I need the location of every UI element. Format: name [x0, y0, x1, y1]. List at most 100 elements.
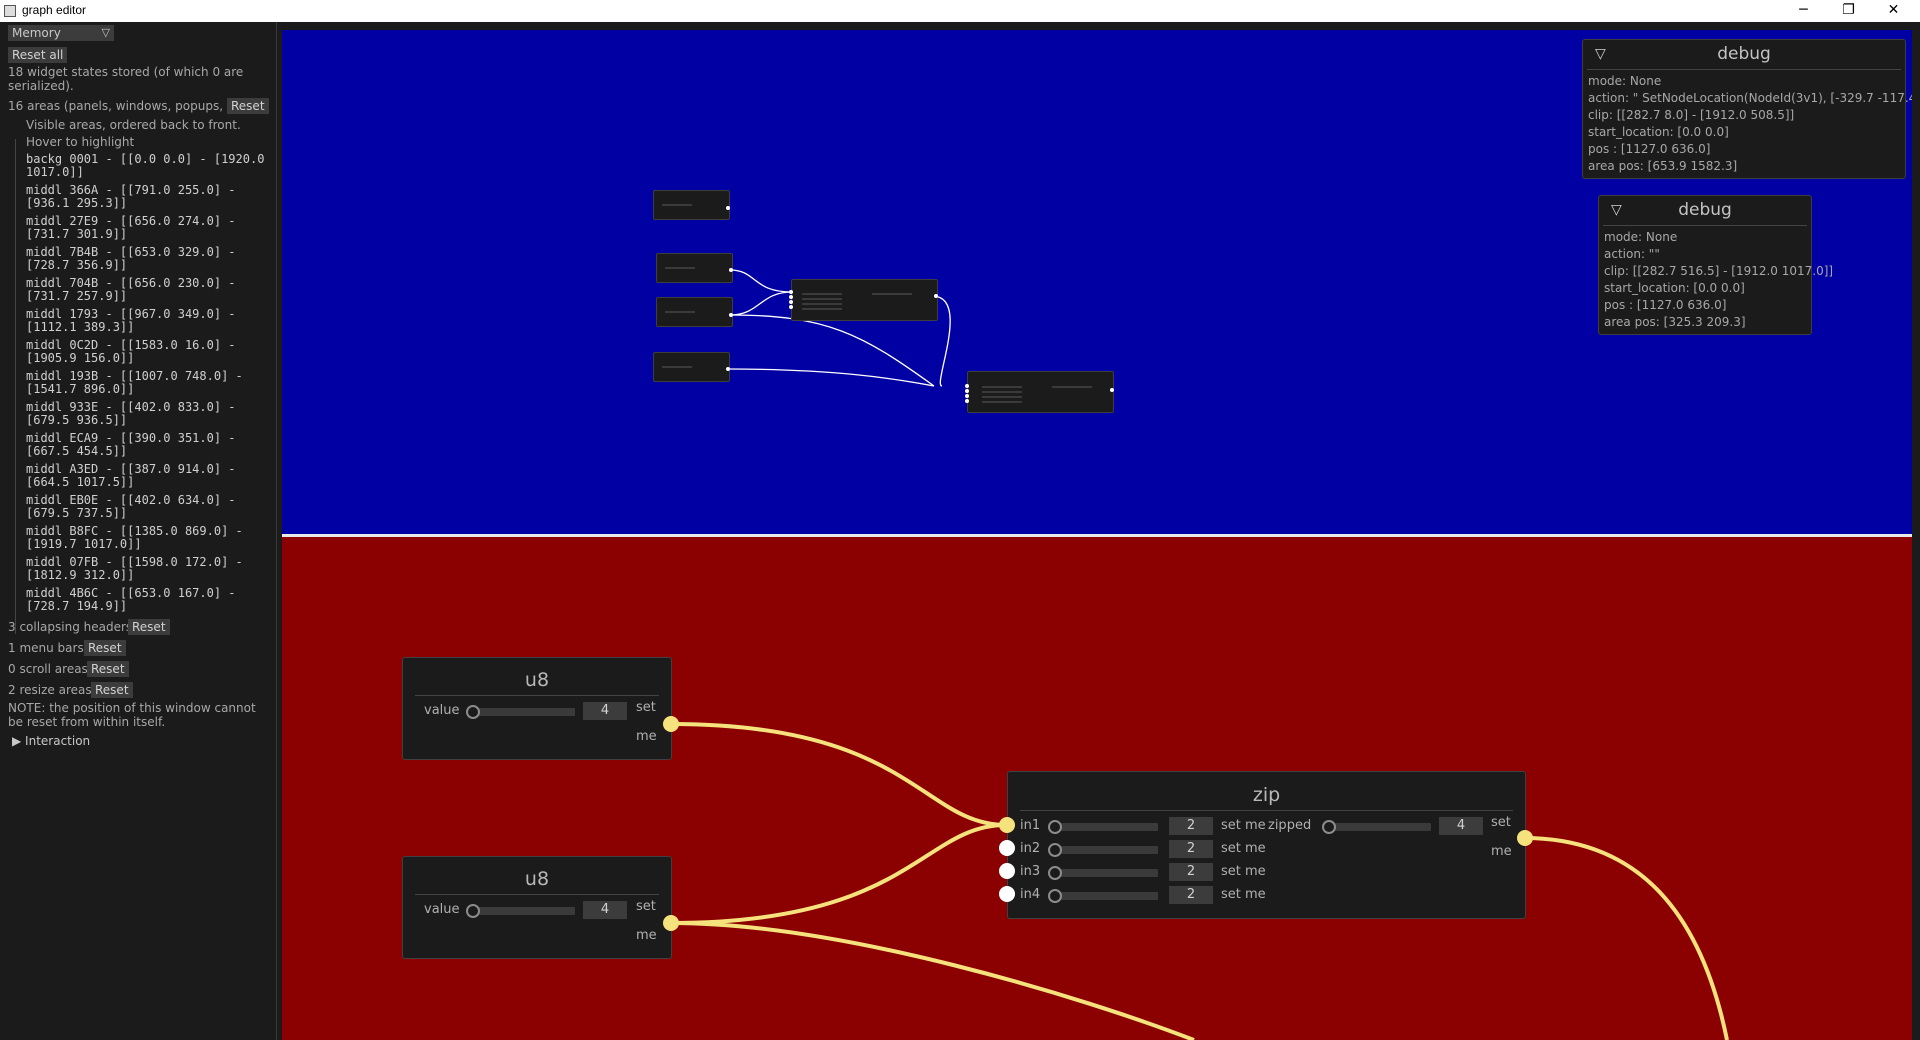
input-slider[interactable]	[1055, 892, 1158, 900]
wire-bottom	[670, 921, 1195, 1040]
debug-title: debug	[1717, 44, 1771, 64]
value-slider[interactable]	[472, 907, 575, 915]
u8-node[interactable]: u8 value 4 set me	[402, 657, 672, 760]
debug-line: pos : [1127.0 636.0]	[1588, 142, 1711, 156]
slider-knob[interactable]	[1048, 843, 1062, 857]
input-drag[interactable]: 2	[1169, 817, 1213, 835]
slider-knob[interactable]	[466, 904, 480, 918]
reset-all-button[interactable]: Reset all	[8, 47, 68, 63]
minimize-icon[interactable]: ─	[1781, 0, 1826, 22]
me-label: me	[636, 928, 657, 943]
divider	[1020, 810, 1513, 811]
slider-knob[interactable]	[1048, 866, 1062, 880]
input-slider[interactable]	[1055, 869, 1158, 877]
debug-line: action: ""	[1604, 247, 1660, 261]
area-list-item[interactable]: middl 27E9 - [[656.0 274.0] - [731.7 301…	[26, 215, 264, 241]
area-list-item[interactable]: middl 4B6C - [[653.0 167.0] - [728.7 194…	[26, 587, 264, 613]
close-icon[interactable]: ✕	[1871, 0, 1916, 22]
scroll-reset-button[interactable]: Reset	[87, 661, 129, 677]
area-list-item[interactable]: middl B8FC - [[1385.0 869.0] - [1919.7 1…	[26, 525, 264, 551]
area-list-item[interactable]: middl 0C2D - [[1583.0 16.0] - [1905.9 15…	[26, 339, 264, 365]
value-slider[interactable]	[472, 708, 575, 716]
input-drag[interactable]: 2	[1169, 886, 1213, 904]
graph-canvas-top[interactable]: ▽ debug mode: None action: " SetNodeLoca…	[282, 30, 1912, 534]
input-slider[interactable]	[1055, 823, 1158, 831]
area-list-item[interactable]: middl EB0E - [[402.0 634.0] - [679.5 737…	[26, 494, 264, 520]
mini-pin	[789, 295, 793, 299]
area-list-item[interactable]: backg 0001 - [[0.0 0.0] - [1920.0 1017.0…	[26, 153, 264, 179]
input-drag[interactable]: 2	[1169, 863, 1213, 881]
menu-bars-reset-button[interactable]: Reset	[84, 640, 126, 656]
node-title: u8	[524, 868, 550, 890]
areas-reset-button[interactable]: Reset	[227, 98, 269, 114]
memory-combo[interactable]: Memory ▽	[8, 25, 114, 41]
mini-pin	[965, 394, 969, 398]
value-drag[interactable]: 4	[583, 901, 627, 919]
set-label: set	[636, 899, 656, 914]
u8-node[interactable]: u8 value 4 set me	[402, 856, 672, 959]
tree-indent-line	[15, 139, 16, 634]
restore-icon[interactable]: ❐	[1826, 0, 1871, 22]
area-list-item[interactable]: middl 1793 - [[967.0 349.0] - [1112.1 38…	[26, 308, 264, 334]
debug-window[interactable]: ▽ debug mode: None action: "" clip: [[28…	[1598, 195, 1833, 335]
wire-bottom	[1523, 836, 1729, 1040]
divider	[1603, 225, 1807, 226]
me-label: me	[1491, 844, 1512, 859]
resize-reset-button[interactable]: Reset	[91, 682, 133, 698]
mini-slider	[665, 311, 695, 313]
area-list-item[interactable]: middl 7B4B - [[653.0 329.0] - [728.7 356…	[26, 246, 264, 272]
slider-knob[interactable]	[1048, 889, 1062, 903]
collapsing-headers-text: 3 collapsing headers	[8, 620, 133, 634]
set-me-label: set me	[1221, 864, 1266, 879]
input-slider[interactable]	[1055, 846, 1158, 854]
set-me-label: set me	[1221, 841, 1266, 856]
collapsing-reset-button[interactable]: Reset	[128, 619, 170, 635]
value-drag[interactable]: 4	[583, 702, 627, 720]
area-list-item[interactable]: middl 366A - [[791.0 255.0] - [936.1 295…	[26, 184, 264, 210]
mini-pin	[1110, 388, 1114, 392]
zipped-label: zipped	[1268, 818, 1312, 833]
mini-pin	[729, 313, 733, 317]
input-pin[interactable]	[999, 840, 1015, 856]
input-label-in2: in2	[1020, 841, 1041, 856]
mini-pin	[789, 290, 793, 294]
slider-knob[interactable]	[466, 705, 480, 719]
input-pin[interactable]	[999, 886, 1015, 902]
divider	[1587, 69, 1901, 70]
area-list-item[interactable]: middl A3ED - [[387.0 914.0] - [664.5 101…	[26, 463, 264, 489]
area-list-item[interactable]: middl 193B - [[1007.0 748.0] - [1541.7 8…	[26, 370, 264, 396]
interaction-header[interactable]: ▶ Interaction	[12, 734, 90, 748]
graph-canvas-bottom[interactable]: u8 value 4 set me u8 value 4 set me zip …	[282, 537, 1912, 1040]
output-pin[interactable]	[1517, 830, 1533, 846]
input-drag[interactable]: 2	[1169, 840, 1213, 858]
scroll-areas-text: 0 scroll areas	[8, 662, 88, 676]
zipped-drag[interactable]: 4	[1439, 817, 1483, 835]
value-label: value	[424, 902, 460, 917]
area-list-item[interactable]: middl 07FB - [[1598.0 172.0] - [1812.9 3…	[26, 556, 264, 582]
area-list-item[interactable]: middl 933E - [[402.0 833.0] - [679.5 936…	[26, 401, 264, 427]
memory-panel: Memory ▽ Reset all 18 widget states stor…	[0, 22, 277, 1040]
areas-count-text: 16 areas (panels, windows, popups, ...)	[8, 99, 243, 113]
zip-node[interactable]: zip in1 2 set me in2 2 set me in3 2 set …	[1007, 771, 1526, 919]
input-label-in1: in1	[1020, 818, 1041, 833]
mini-pin	[726, 367, 730, 371]
slider-knob[interactable]	[1322, 820, 1336, 834]
input-pin[interactable]	[999, 817, 1015, 833]
input-label-in3: in3	[1020, 864, 1041, 879]
mini-slider	[662, 204, 692, 206]
slider-knob[interactable]	[1048, 820, 1062, 834]
area-list-item[interactable]: middl ECA9 - [[390.0 351.0] - [667.5 454…	[26, 432, 264, 458]
node-title: zip	[1252, 784, 1281, 806]
mini-pin	[789, 300, 793, 304]
set-me-label: set me	[1221, 818, 1266, 833]
mini-slider	[982, 386, 1022, 388]
set-label: set	[1491, 815, 1511, 830]
area-list-item[interactable]: middl 704B - [[656.0 230.0] - [731.7 257…	[26, 277, 264, 303]
output-pin[interactable]	[663, 915, 679, 931]
zipped-slider[interactable]	[1328, 823, 1431, 831]
debug-window[interactable]: ▽ debug mode: None action: " SetNodeLoca…	[1582, 39, 1912, 179]
input-pin[interactable]	[999, 863, 1015, 879]
divider	[415, 894, 659, 895]
output-pin[interactable]	[663, 716, 679, 732]
title-bar: graph editor ─ ❐ ✕	[0, 0, 1920, 22]
